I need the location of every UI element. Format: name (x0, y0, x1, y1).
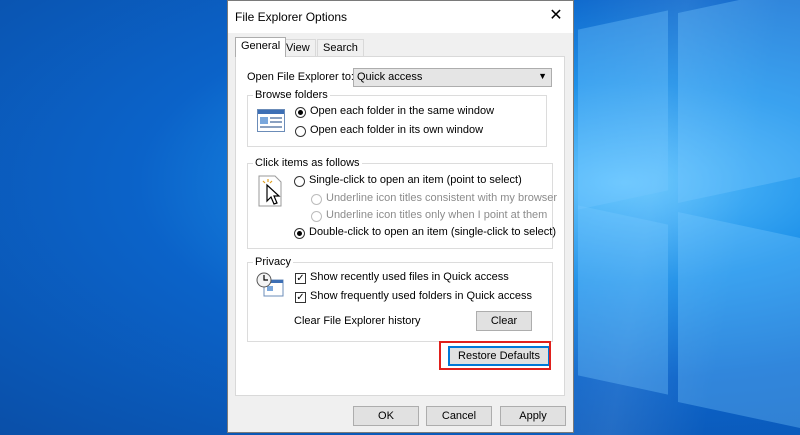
frequent-folders-label: Show frequently used folders in Quick ac… (310, 290, 532, 302)
frequent-folders-checkbox[interactable]: ✓ (295, 292, 306, 303)
clear-history-button[interactable]: Clear (476, 311, 532, 331)
own-window-radio[interactable] (295, 126, 306, 137)
privacy-legend: Privacy (253, 256, 294, 268)
ok-button[interactable]: OK (353, 406, 419, 426)
browse-folders-legend: Browse folders (253, 89, 330, 101)
tab-general[interactable]: General (235, 37, 287, 57)
open-to-label: Open File Explorer to: (247, 71, 354, 83)
underline-consistent-label: Underline icon titles consistent with my… (326, 192, 558, 204)
tab-search[interactable]: Search (317, 39, 364, 56)
click-items-group: Click items as follows Single-click to o… (247, 157, 557, 249)
close-icon[interactable]: ✕ (547, 6, 565, 26)
folder-window-icon (257, 109, 285, 132)
windows-logo-pane (678, 212, 800, 428)
double-click-label: Double-click to open an item (single-cli… (309, 226, 556, 238)
click-items-legend: Click items as follows (253, 157, 362, 169)
highlight-box (439, 341, 551, 370)
underline-point-radio[interactable] (311, 211, 322, 222)
tab-general-label: General (241, 40, 281, 52)
privacy-group: Privacy ✓ Show recently used files in Qu… (247, 256, 553, 342)
underline-point-label: Underline icon titles only when I point … (326, 209, 548, 221)
single-click-label: Single-click to open an item (point to s… (309, 174, 522, 186)
single-click-radio[interactable] (294, 176, 305, 187)
windows-logo-pane (678, 0, 800, 203)
file-explorer-options-dialog: File Explorer Options ✕ General View Sea… (227, 0, 574, 433)
browse-folders-group: Browse folders Open each folder in the s… (247, 89, 547, 147)
own-window-label: Open each folder in its own window (310, 124, 484, 136)
clear-history-label: Clear File Explorer history (294, 315, 421, 327)
title-bar[interactable]: File Explorer Options ✕ (228, 1, 573, 33)
same-window-label: Open each folder in the same window (310, 105, 495, 117)
open-to-value: Quick access (357, 71, 423, 83)
pointer-click-icon (258, 175, 282, 207)
windows-logo-pane (578, 205, 668, 395)
same-window-radio[interactable] (295, 107, 306, 118)
windows-logo-pane (578, 10, 668, 210)
tab-view-label: View (286, 42, 310, 54)
open-to-dropdown[interactable]: Quick access ▼ (353, 68, 552, 87)
history-clock-icon (256, 272, 284, 297)
recent-files-label: Show recently used files in Quick access (310, 271, 509, 283)
recent-files-checkbox[interactable]: ✓ (295, 273, 306, 284)
cancel-button[interactable]: Cancel (426, 406, 492, 426)
tab-search-label: Search (323, 42, 358, 54)
apply-button[interactable]: Apply (500, 406, 566, 426)
double-click-radio[interactable] (294, 228, 305, 239)
chevron-down-icon: ▼ (538, 71, 547, 81)
underline-consistent-radio[interactable] (311, 194, 322, 205)
dialog-title: File Explorer Options (235, 10, 348, 24)
